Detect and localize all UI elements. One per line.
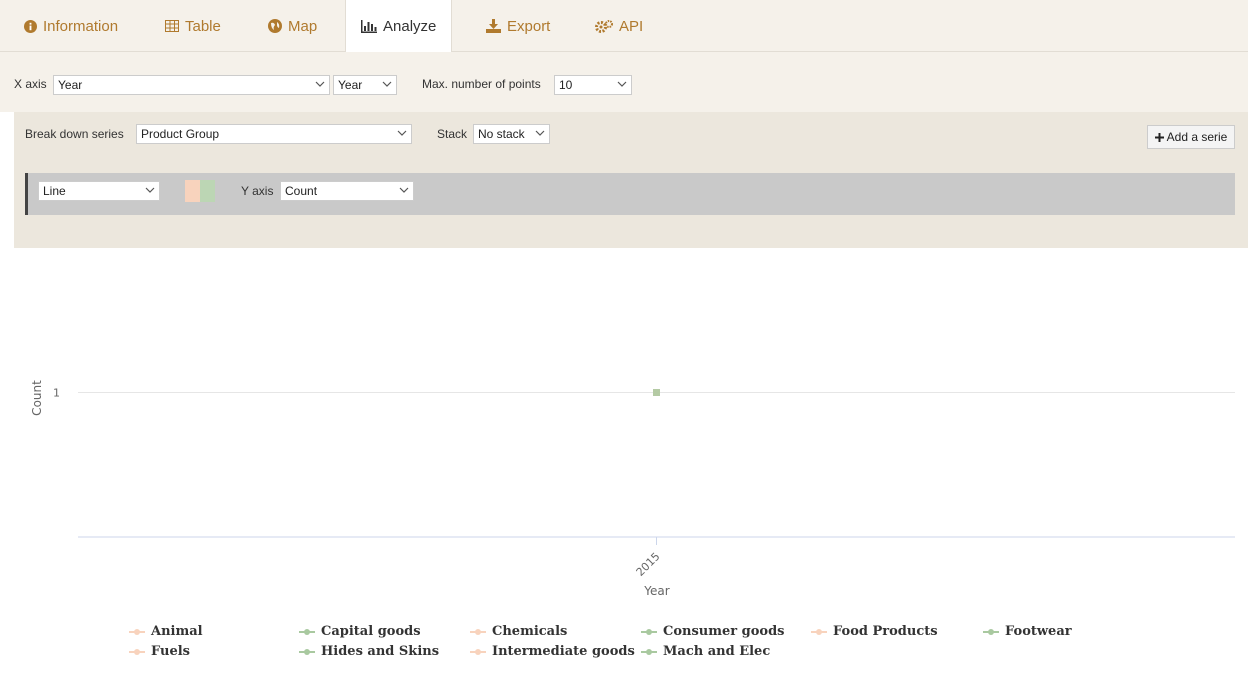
legend-item[interactable]: Capital goods (299, 624, 421, 639)
serie-color-swatch-2[interactable] (200, 180, 215, 202)
line-chart: Count Year 1 2015 (30, 380, 1235, 598)
legend-label: Footwear (1005, 624, 1072, 639)
legend-label: Animal (151, 624, 203, 639)
yaxis-value: Count (285, 184, 318, 198)
legend-marker-icon (129, 628, 145, 636)
cogs-icon (595, 19, 613, 33)
chevron-down-icon (617, 81, 627, 87)
legend-item[interactable]: Consumer goods (641, 624, 784, 639)
breakdown-value: Product Group (141, 127, 220, 141)
max-points-value: 10 (559, 78, 573, 92)
legend-marker-icon (299, 648, 315, 656)
serie-color-swatch-1[interactable] (185, 180, 200, 202)
legend-label: Chemicals (492, 624, 568, 639)
tab-api[interactable]: API (593, 0, 645, 52)
legend-item[interactable]: Footwear (983, 624, 1072, 639)
tab-map[interactable]: Map (266, 0, 319, 52)
chevron-down-icon (399, 187, 409, 193)
legend-item[interactable]: Intermediate goods (470, 644, 635, 659)
tab-bar: Information Table Map Analyze Export API (0, 0, 1248, 53)
legend-label: Intermediate goods (492, 644, 635, 659)
chart-area: Count Year 1 2015 Animal Capital goods Chem… (0, 248, 1248, 683)
breakdown-select[interactable]: Product Group (136, 124, 412, 144)
legend-marker-icon (641, 628, 657, 636)
xaxis-field-value: Year (58, 78, 83, 92)
bar-chart-icon (361, 20, 377, 33)
table-icon (165, 20, 179, 32)
chevron-down-icon (315, 81, 325, 87)
legend-label: Consumer goods (663, 624, 785, 639)
stack-label: Stack (437, 127, 468, 141)
legend-item[interactable]: Hides and Skins (299, 644, 439, 659)
legend-item[interactable]: Chemicals (470, 624, 567, 639)
xaxis-field-select[interactable]: Year (53, 75, 330, 95)
add-serie-label: Add a serie (1166, 130, 1228, 144)
tab-label: Analyze (383, 18, 437, 35)
y-tick-label: 1 (53, 387, 60, 400)
x-tick-label: 2015 (634, 550, 663, 579)
breakdown-label: Break down series (25, 127, 124, 141)
serie-type-value: Line (43, 184, 66, 198)
legend-label: Capital goods (321, 624, 421, 639)
stack-value: No stack (478, 127, 525, 141)
legend-item[interactable]: Food Products (811, 624, 938, 639)
tab-label: Export (507, 17, 551, 35)
y-axis-title: Count (30, 380, 44, 416)
tab-label: API (619, 17, 644, 35)
chevron-down-icon (397, 130, 407, 136)
legend-item[interactable]: Mach and Elec (641, 644, 770, 659)
legend-marker-icon (641, 648, 657, 656)
globe-icon (268, 19, 282, 33)
legend-label: Fuels (151, 644, 190, 659)
chevron-down-icon (382, 81, 392, 87)
legend-label: Mach and Elec (663, 644, 771, 659)
stack-select[interactable]: No stack (473, 124, 550, 144)
download-icon (486, 19, 501, 33)
legend-marker-icon (299, 628, 315, 636)
xaxis-granularity-select[interactable]: Year (333, 75, 397, 95)
data-point[interactable] (653, 389, 660, 396)
legend-marker-icon (470, 628, 486, 636)
plus-icon (1154, 132, 1164, 142)
serie-type-select[interactable]: Line (38, 181, 160, 201)
add-serie-button[interactable]: Add a serie (1147, 125, 1235, 149)
legend-marker-icon (983, 628, 999, 636)
legend-marker-icon (811, 628, 827, 636)
legend-marker-icon (129, 648, 145, 656)
tab-analyze[interactable]: Analyze (345, 0, 453, 53)
chevron-down-icon (535, 130, 545, 136)
yaxis-label: Y axis (241, 184, 274, 198)
legend-label: Hides and Skins (321, 644, 440, 659)
tab-export[interactable]: Export (484, 0, 552, 52)
legend-marker-icon (470, 648, 486, 656)
max-points-select[interactable]: 10 (554, 75, 632, 95)
tab-table[interactable]: Table (163, 0, 223, 52)
chevron-down-icon (145, 187, 155, 193)
legend-item[interactable]: Fuels (129, 644, 190, 659)
tab-label: Map (288, 17, 318, 35)
tab-label: Table (185, 17, 221, 35)
yaxis-select[interactable]: Count (280, 181, 414, 201)
max-points-label: Max. number of points (422, 77, 541, 91)
xaxis-label: X axis (14, 77, 47, 91)
legend-label: Food Products (833, 624, 938, 639)
info-icon (24, 19, 37, 33)
tab-label: Information (43, 17, 119, 35)
tab-information[interactable]: Information (22, 0, 120, 52)
xaxis-granularity-value: Year (338, 78, 363, 92)
legend-item[interactable]: Animal (129, 624, 203, 639)
x-axis-title: Year (643, 584, 669, 598)
